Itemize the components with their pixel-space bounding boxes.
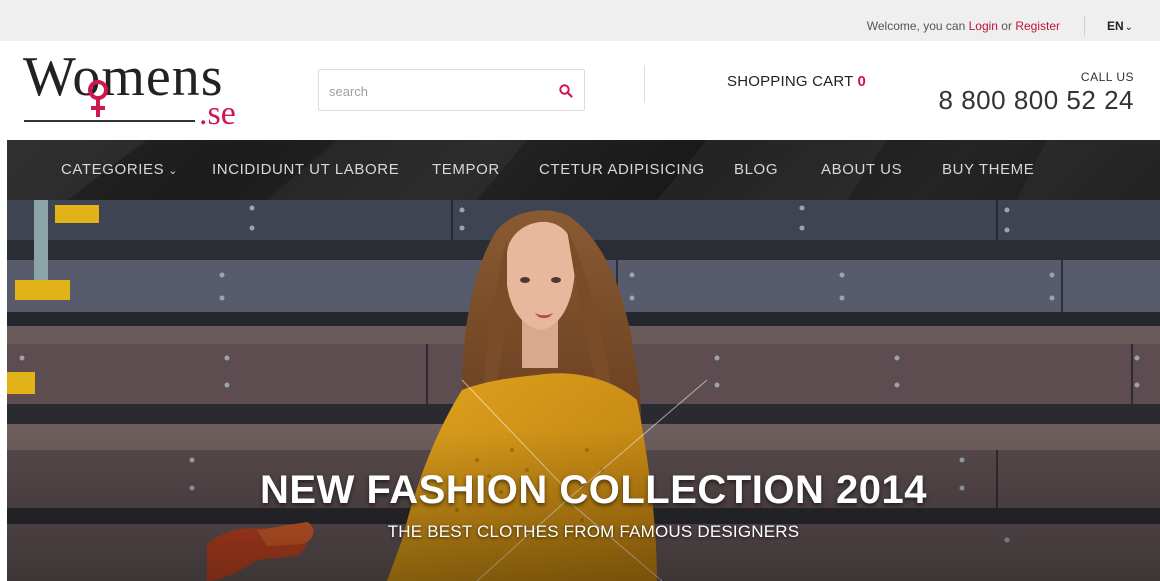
search-button[interactable] bbox=[558, 83, 574, 99]
nav-menu: CATEGORIES ⌄ INCIDIDUNT UT LABORE TEMPOR … bbox=[7, 140, 1160, 200]
login-link[interactable]: Login bbox=[969, 19, 998, 33]
welcome-prefix: Welcome, you can bbox=[866, 19, 969, 33]
search-icon bbox=[559, 84, 573, 98]
hero-title: NEW FASHION COLLECTION 2014 bbox=[260, 468, 927, 512]
header-divider bbox=[644, 65, 645, 103]
hero-subtitle: THE BEST CLOTHES FROM FAMOUS DESIGNERS bbox=[387, 522, 800, 541]
phone-number: 8 800 800 52 24 bbox=[938, 85, 1134, 115]
nav-item-ctetur-adipisicing[interactable]: CTETUR ADIPISICING bbox=[539, 161, 705, 178]
site-header: Womens .se SHOPPING CART0 CALL US 8 800 … bbox=[0, 41, 1160, 140]
nav-item-tempor[interactable]: TEMPOR bbox=[432, 161, 500, 178]
search-box bbox=[318, 69, 585, 111]
search-input[interactable] bbox=[329, 81, 549, 101]
welcome-message: Welcome, you can Login or Register bbox=[867, 19, 1060, 33]
language-label: EN bbox=[1107, 19, 1124, 33]
call-us-label: CALL US bbox=[1080, 70, 1134, 84]
nav-item-label: CTETUR ADIPISICING bbox=[539, 161, 705, 178]
register-link[interactable]: Register bbox=[1015, 19, 1060, 33]
nav-item-about-us[interactable]: ABOUT US bbox=[821, 161, 902, 178]
hero-banner[interactable]: NEW FASHION COLLECTION 2014 THE BEST CLO… bbox=[7, 200, 1160, 581]
nav-item-blog[interactable]: BLOG bbox=[734, 161, 778, 178]
nav-item-categories[interactable]: CATEGORIES ⌄ bbox=[61, 161, 178, 178]
cart-count-badge: 0 bbox=[857, 73, 867, 90]
nav-item-label: CATEGORIES bbox=[61, 161, 165, 178]
nav-item-incididunt-ut-labore[interactable]: INCIDIDUNT UT LABORE bbox=[212, 161, 399, 178]
logo-underline bbox=[24, 120, 195, 122]
nav-item-buy-theme[interactable]: BUY THEME bbox=[942, 161, 1034, 178]
welcome-or: or bbox=[997, 19, 1016, 33]
nav-item-label: TEMPOR bbox=[432, 161, 500, 178]
cart-label: SHOPPING CART bbox=[727, 73, 854, 90]
female-symbol-icon bbox=[88, 80, 108, 117]
logo-suffix: .se bbox=[199, 95, 236, 132]
topbar-divider bbox=[1084, 16, 1085, 36]
chevron-down-icon: ⌄ bbox=[168, 165, 179, 177]
chevron-down-icon: ⌄ bbox=[1124, 22, 1134, 33]
nav-item-label: INCIDIDUNT UT LABORE bbox=[212, 161, 400, 178]
shopping-cart-link[interactable]: SHOPPING CART 0 bbox=[727, 73, 866, 90]
logo-main-text: Womens bbox=[23, 46, 224, 108]
top-utility-bar: Welcome, you can Login or Register EN⌄ bbox=[0, 0, 1160, 41]
language-selector[interactable]: EN⌄ bbox=[1107, 19, 1133, 33]
logo-wordmark: Womens bbox=[23, 49, 224, 105]
main-navigation: CATEGORIES ⌄ INCIDIDUNT UT LABORE TEMPOR … bbox=[7, 140, 1160, 200]
nav-item-label: BUY THEME bbox=[942, 161, 1035, 178]
nav-item-label: ABOUT US bbox=[821, 161, 903, 178]
site-logo[interactable]: Womens .se bbox=[23, 49, 243, 132]
nav-item-label: BLOG bbox=[734, 161, 779, 178]
